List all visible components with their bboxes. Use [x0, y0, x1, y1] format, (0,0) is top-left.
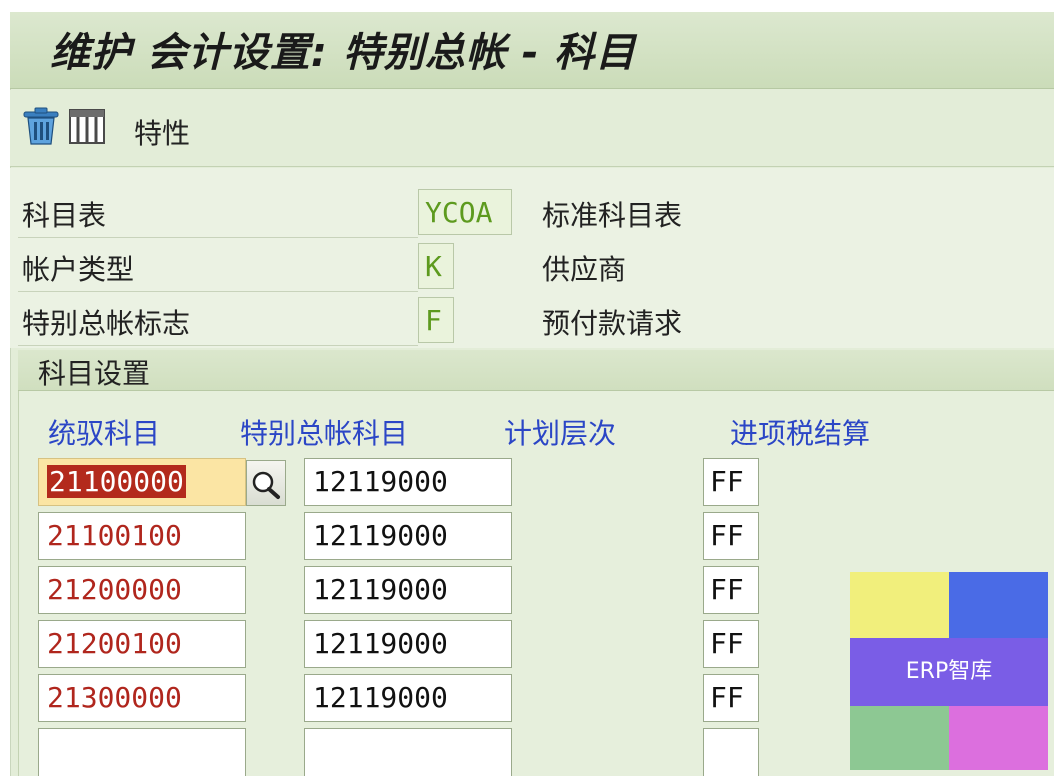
- account-type-label: 帐户类型: [22, 253, 135, 286]
- watermark-text: ERP智库: [850, 638, 1048, 706]
- trash-icon[interactable]: [22, 106, 60, 146]
- watermark-logo: ERP智库: [850, 572, 1048, 770]
- column-header-recon-account: 统驭科目: [48, 417, 161, 450]
- divider: [18, 345, 418, 346]
- account-type-description: 供应商: [542, 253, 627, 286]
- column-header-input-tax-clearing: 进项税结算: [730, 417, 871, 450]
- properties-button[interactable]: 特性: [134, 112, 190, 152]
- account-type-field[interactable]: K: [418, 243, 454, 289]
- special-gl-account-input[interactable]: 12119000: [304, 674, 512, 722]
- special-gl-account-input[interactable]: [304, 728, 512, 776]
- chart-of-accounts-field[interactable]: YCOA: [418, 189, 512, 235]
- special-gl-indicator-field[interactable]: F: [418, 297, 454, 343]
- recon-account-input[interactable]: 21200100: [38, 620, 246, 668]
- selected-text: 21100000: [47, 465, 186, 498]
- divider: [18, 237, 418, 238]
- input-tax-clearing-input[interactable]: [703, 728, 759, 776]
- table-columns-icon[interactable]: [68, 106, 106, 146]
- special-gl-account-input[interactable]: 12119000: [304, 566, 512, 614]
- group-title: 科目设置: [38, 357, 151, 390]
- input-tax-clearing-input[interactable]: FF: [703, 620, 759, 668]
- special-gl-account-input[interactable]: 12119000: [304, 620, 512, 668]
- input-tax-clearing-input[interactable]: FF: [703, 458, 759, 506]
- group-header: [18, 350, 1054, 391]
- window-title: 维护 会计设置: 特别总帐 - 科目: [50, 30, 637, 76]
- chart-of-accounts-label: 科目表: [22, 199, 107, 232]
- recon-account-input[interactable]: 21100100: [38, 512, 246, 560]
- value-help-button[interactable]: [246, 460, 286, 506]
- chart-of-accounts-description: 标准科目表: [542, 199, 683, 232]
- special-gl-account-input[interactable]: 12119000: [304, 458, 512, 506]
- magnifier-icon: [252, 471, 280, 499]
- column-header-planning-level: 计划层次: [504, 417, 617, 450]
- recon-account-input[interactable]: [38, 728, 246, 776]
- special-gl-account-input[interactable]: 12119000: [304, 512, 512, 560]
- recon-account-input[interactable]: 21100000: [38, 458, 246, 506]
- special-gl-indicator-label: 特别总帐标志: [22, 307, 191, 340]
- recon-account-input[interactable]: 21200000: [38, 566, 246, 614]
- input-tax-clearing-input[interactable]: FF: [703, 674, 759, 722]
- divider: [18, 291, 418, 292]
- special-gl-indicator-description: 预付款请求: [542, 307, 683, 340]
- recon-account-input[interactable]: 21300000: [38, 674, 246, 722]
- input-tax-clearing-input[interactable]: FF: [703, 512, 759, 560]
- column-header-special-gl-account: 特别总帐科目: [240, 417, 409, 450]
- input-tax-clearing-input[interactable]: FF: [703, 566, 759, 614]
